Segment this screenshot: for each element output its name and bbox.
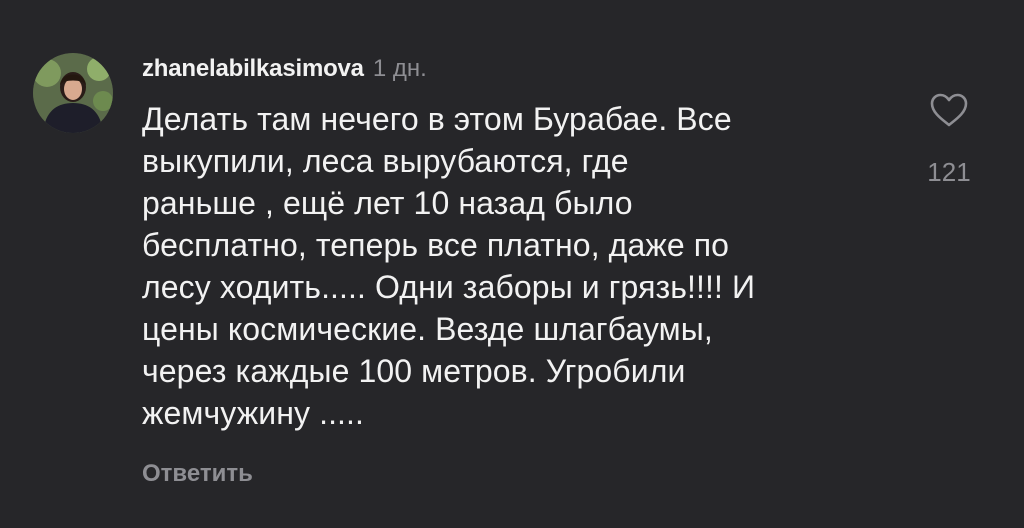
- reply-button[interactable]: Ответить: [142, 460, 253, 488]
- timestamp: 1 дн.: [372, 55, 427, 82]
- comment-text-line: бесплатно, теперь все платно, даже по: [142, 227, 730, 263]
- comment-text-line: Делать там нечего в этом Бурабае. Все: [142, 101, 732, 137]
- comment-text-line: через каждые 100 метров. Угробили: [142, 353, 686, 389]
- avatar[interactable]: [33, 53, 113, 133]
- heart-outline-icon: [930, 93, 968, 127]
- comment: zhanelabilkasimova 1 дн. Делать там нече…: [0, 0, 1024, 528]
- comment-text-line: раньше , ещё лет 10 назад было: [142, 185, 633, 221]
- avatar-photo: [33, 53, 113, 133]
- username[interactable]: zhanelabilkasimova: [142, 55, 364, 83]
- comment-text-line: выкупили, леса вырубаются, где: [142, 143, 629, 179]
- like-button[interactable]: [924, 88, 974, 132]
- comment-text-line: цены космические. Везде шлагбаумы,: [142, 311, 713, 347]
- comment-text: Делать там нечего в этом Бурабае. Все вы…: [142, 98, 882, 434]
- like-count: 121: [927, 157, 971, 187]
- comment-text-line: жемчужину .....: [142, 395, 365, 431]
- comment-header: zhanelabilkasimova 1 дн.: [142, 55, 427, 89]
- comment-text-line: лесу ходить..... Одни заборы и грязь!!!!…: [142, 269, 756, 305]
